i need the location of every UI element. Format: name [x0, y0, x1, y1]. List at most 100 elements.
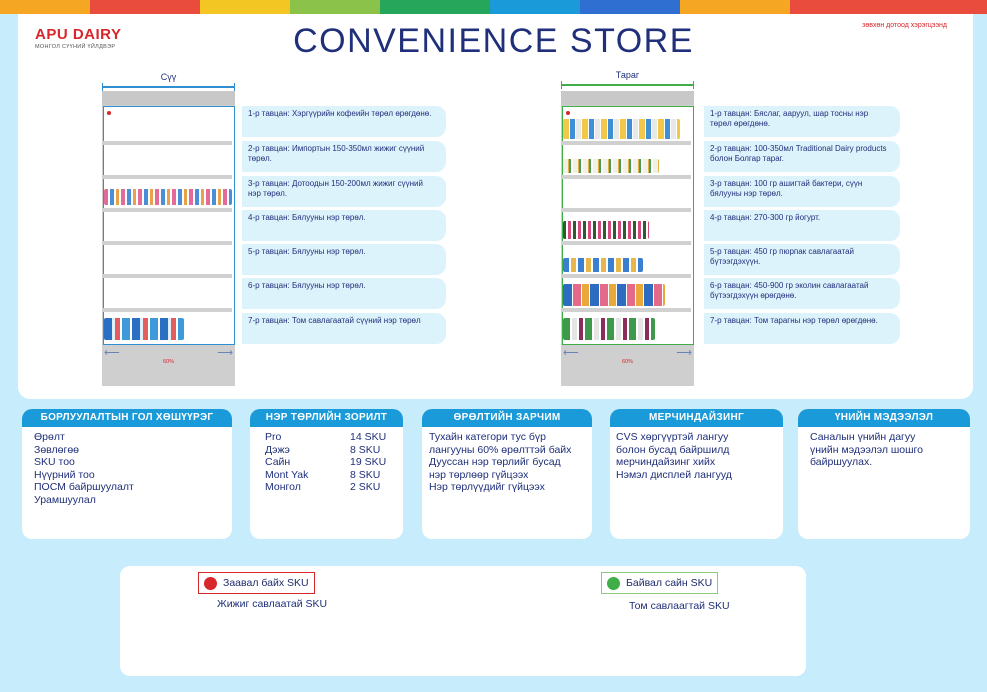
top-color-bar [0, 0, 987, 14]
shelf-description: 1-р тавцан: Хэргүүрийн кофеийн төрөл өрө… [242, 106, 446, 137]
list-item: нэр төрлөөр гүйцээх [429, 468, 529, 481]
product-row [563, 284, 665, 306]
fill-percent: 60% [621, 359, 633, 365]
list-item: Нүүрний тоо [34, 468, 95, 481]
shelf-description: 6-р тавцан: 450-900 гр эколин савлагаата… [704, 278, 900, 309]
width-marker [102, 83, 235, 91]
brand-name: Mont Yak [265, 468, 309, 481]
width-marker [561, 81, 694, 89]
sku-row: Сайн 19 SKU [265, 456, 391, 469]
product-row [563, 221, 649, 239]
list-item: CVS хөргүүртэй лангуу [616, 431, 729, 443]
legend-label: Заавал байх SKU [223, 577, 309, 589]
shelf-line [103, 141, 232, 145]
shelf-description: 7-р тавцан: Том тарагны нэр төрөл өрөгдө… [704, 313, 900, 344]
brand-name: Сайн [265, 456, 291, 468]
product-row [104, 189, 232, 205]
product-row [563, 318, 655, 340]
product-row [104, 318, 184, 340]
list-item: Зөвлөгөө [34, 443, 79, 456]
sku-count: 8 SKU [350, 468, 381, 481]
shelf-description: 7-р тавцан: Том савлагаатай сүүний нэр т… [242, 313, 446, 344]
legend-sub-label: Том савлаагтай SKU [629, 600, 730, 612]
sku-count: 14 SKU [350, 431, 387, 443]
shelf-description: 2-р тавцан: Импортын 150-350мл жижиг сүү… [242, 141, 446, 172]
fridge-milk: ⟵ ⟶ 60% [102, 91, 235, 386]
fridge-label-milk: Сүү [102, 72, 235, 91]
sku-count: 19 SKU [350, 456, 387, 468]
list-item: SKU тоо [34, 456, 75, 468]
shelf-description: 5-р тавцан: 450 гр пюрпак савлагаатай бү… [704, 244, 900, 275]
brand-name: Монгол [265, 481, 301, 493]
list-item: Дуусcан нэр төрлийг буcад [429, 456, 561, 468]
list-item: үнийн мэдээлэл шошго [810, 443, 923, 456]
list-item: Саналын үнийн дагуу [810, 431, 916, 443]
shelf-line [103, 208, 232, 212]
green-dot-icon [607, 576, 620, 590]
shelf-description: 4-р тавцан: Бялууны нэр төрөл. [242, 210, 446, 241]
shelf-line [562, 141, 691, 145]
list-item: Өрөлт [34, 431, 65, 443]
product-row [563, 119, 680, 139]
right-arrow-icon: ⟶ [676, 347, 692, 359]
legend-must-have: Заавал байх SKU [198, 572, 315, 594]
must-sku-marker [566, 111, 570, 115]
page-title: CONVENIENCE STORE [293, 22, 694, 60]
shelf-line [562, 274, 691, 278]
card-placement-principle: ӨРӨЛТИЙН ЗАРЧИМ Тухайн категори тус бүр … [422, 409, 592, 539]
shelf-line [103, 274, 232, 278]
shelf-description: 2-р тавцан: 100-350мл Traditional Dairy … [704, 141, 900, 172]
shelf-line [103, 241, 232, 245]
sku-row: Дэжэ 8 SKU [265, 444, 391, 457]
list-item: ПОСМ байршуулалт [34, 481, 134, 493]
shelf-description: 5-р тавцан: Бялууны нэр төрөл. [242, 244, 446, 275]
shelf-description: 1-р тавцан: Бяслаг, ааруул, шар тосны нэ… [704, 106, 900, 137]
card-merchandising: МЕРЧИНДАЙЗИНГ CVS хөргүүртэй лангуу боло… [610, 409, 783, 539]
brand-name: Pro [265, 431, 282, 443]
shelf-line [103, 308, 232, 312]
list-item: лангууны 60% өрөлттэй байх [429, 443, 572, 456]
legend-sub-label: Жижиг савлаатай SKU [217, 598, 328, 610]
list-item: Урамшуулал [34, 493, 96, 506]
legend-recommended: Байвал сайн SKU [601, 572, 719, 594]
list-item: Нэмэл дисплей лангууд [616, 468, 732, 481]
shelf-description: 3-р тавцан: Дотоодын 150-200мл жижиг сүү… [242, 176, 446, 207]
fridge-cap [102, 91, 235, 105]
sku-row: Mont Yak 8 SKU [265, 469, 391, 482]
fridge-label-yogurt: Тараг [561, 70, 694, 89]
must-sku-marker [107, 111, 111, 115]
shelf-line [103, 175, 232, 179]
legend-label: Байвал сайн SKU [626, 577, 713, 589]
shelf-line [562, 241, 691, 245]
card-title: МЕРЧИНДАЙЗИНГ [610, 409, 783, 427]
shelf-line [562, 175, 691, 179]
card-title: ӨРӨЛТИЙН ЗАРЧИМ [422, 409, 592, 427]
legend-card: Заавал байх SKU Жижиг савлаатай SKU Байв… [120, 566, 806, 676]
list-item: Тухайн категори тус бүр [429, 431, 546, 443]
left-arrow-icon: ⟵ [104, 347, 120, 359]
product-row [563, 159, 659, 173]
sku-count: 8 SKU [350, 443, 381, 456]
product-row [563, 258, 643, 272]
card-sales-levers: БОРЛУУЛАЛТЫН ГОЛ ХӨШҮҮРЭГ Өрөлт Зөвлөгөө… [22, 409, 232, 539]
card-title: ҮНИЙН МЭДЭЭЛЭЛ [798, 409, 970, 427]
sku-row: Pro 14 SKU [265, 431, 391, 444]
shelf-line [562, 308, 691, 312]
brand-name: Дэжэ [265, 443, 290, 456]
card-title: БОРЛУУЛАЛТЫН ГОЛ ХӨШҮҮРЭГ [22, 409, 232, 427]
fill-percent: 60% [162, 359, 174, 365]
red-dot-icon [204, 576, 217, 590]
list-item: болон бусад байршилд [616, 443, 730, 456]
fridge-label-text: Сүү [160, 72, 177, 82]
shelf-line [562, 208, 691, 212]
list-item: мерчиндайзинг хийх [616, 456, 716, 468]
fridge-label-text: Тараг [615, 70, 640, 80]
right-arrow-icon: ⟶ [217, 347, 233, 359]
list-item: байршуулах. [810, 456, 873, 468]
shelf-description: 3-р тавцан: 100 гр ашигтай бактери, сүүн… [704, 176, 900, 207]
shelf-description: 4-р тавцан: 270-300 гр йогурт. [704, 210, 900, 241]
fridge-yogurt: ⟵ ⟶ 60% [561, 91, 694, 386]
shelf-description: 6-р тавцан: Бялууны нэр төрөл. [242, 278, 446, 309]
card-title: НЭР ТӨРЛИЙН ЗОРИЛТ [250, 409, 403, 427]
sku-count: 2 SKU [350, 481, 381, 493]
